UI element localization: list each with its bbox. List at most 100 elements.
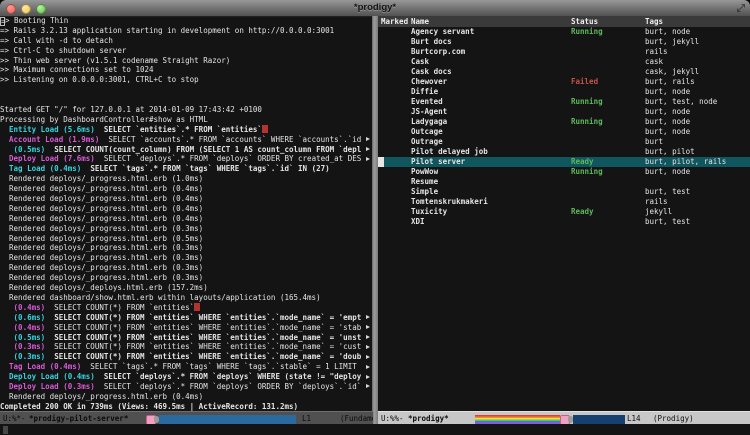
service-row[interactable]: Outrageburt [378, 137, 750, 147]
nyan-cat-icon [146, 415, 159, 424]
truncation-arrow-icon [366, 355, 370, 359]
log-line: Rendered deploys/_progress.html.erb (0.3… [0, 243, 372, 253]
log-line: (0.5ms) SELECT COUNT(*) FROM `entities` … [0, 333, 372, 343]
trailing-whitespace [194, 303, 200, 311]
service-row[interactable]: Burtcorp.comrails [378, 47, 750, 57]
service-tags: burt, test [645, 187, 690, 197]
truncation-arrow-icon [366, 384, 370, 388]
log-line: Entity Load (5.6ms) SELECT `entities`.* … [0, 125, 372, 135]
log-line: Deploy Load (0.3ms) SELECT `deploys`.* F… [0, 382, 372, 392]
truncation-arrow-icon [366, 345, 370, 349]
truncation-arrow-icon [366, 137, 370, 141]
prodigy-pane[interactable]: Marked Name Status Tags Agency servantRu… [378, 16, 750, 412]
log-line: (0.6ms) SELECT COUNT(*) FROM `entities` … [0, 313, 372, 323]
service-row[interactable]: JS-Agent burt, node [378, 107, 750, 117]
log-lines[interactable]: => Booting Thin=> Rails 3.2.13 applicati… [0, 16, 372, 412]
header-marked: Marked [381, 16, 408, 27]
service-name: Evented [411, 97, 443, 107]
service-status: Ready [571, 207, 594, 217]
service-row[interactable]: Simple burt, test [378, 187, 750, 197]
service-name: PowWow [411, 167, 438, 177]
log-line: Processing by DashboardController#show a… [0, 115, 372, 125]
service-name: Diffie [411, 87, 438, 97]
log-line: Rendered deploys/_progress.html.erb (0.4… [0, 204, 372, 214]
emacs-window: *prodigy* => Booting Thin=> Rails 3.2.13… [0, 0, 750, 435]
service-row[interactable]: Pilot serverReadyburt, pilot, rails [378, 157, 750, 167]
service-tags: burt [645, 137, 663, 147]
service-name: Simple [411, 187, 438, 197]
service-row[interactable]: Tomtenskrukmakerirails [378, 197, 750, 207]
log-line: => Call with -d to detach [0, 36, 372, 46]
service-row[interactable]: ChewoverFailedburt, rails [378, 77, 750, 87]
service-status: Failed [571, 77, 598, 87]
log-line: (0.4ms) SELECT COUNT(*) FROM `entities` [0, 303, 372, 313]
prodigy-header[interactable]: Marked Name Status Tags [378, 16, 750, 27]
service-name: Resume [411, 177, 438, 187]
log-line: Deploy Load (0.4ms) SELECT `deploys`.* F… [0, 372, 372, 382]
resize-grip-icon[interactable] [736, 3, 746, 13]
nyan-remainder [573, 415, 625, 424]
service-row[interactable]: Outcage burt, node [378, 127, 750, 137]
log-line: (0.3ms) SELECT COUNT(*) FROM `entities` … [0, 352, 372, 362]
header-name: Name [411, 16, 429, 27]
service-row[interactable]: Agency servantRunningburt, node [378, 27, 750, 37]
point-cursor [378, 157, 384, 167]
service-tags: burt, node [645, 107, 690, 117]
nyan-progress-bar [146, 415, 296, 424]
service-tags: burt, node [645, 127, 690, 137]
header-tags: Tags [645, 16, 663, 27]
minibuffer-cursor [3, 426, 8, 434]
service-tags: burt, jekyll [645, 37, 699, 47]
log-line: Tag Load (0.4ms) SELECT `tags`.* FROM `t… [0, 362, 372, 372]
service-name: Burtcorp.com [411, 47, 465, 57]
service-name: Agency servant [411, 27, 474, 37]
log-line: (0.5ms) SELECT COUNT(count_column) FROM … [0, 145, 372, 155]
log-line: Rendered deploys/_progress.html.erb (0.3… [0, 273, 372, 283]
service-tags: jekyll [645, 207, 672, 217]
service-name: Ladygaga [411, 117, 447, 127]
service-row[interactable]: PowWow Running burt, node [378, 167, 750, 177]
echo-area [0, 424, 750, 435]
service-status: Ready [571, 157, 594, 167]
service-row[interactable]: Burt docs burt, jekyll [378, 37, 750, 47]
service-row[interactable]: XDIburt, test [378, 217, 750, 227]
log-line: => Rails 3.2.13 application starting in … [0, 26, 372, 36]
service-row[interactable]: Pilot delayed jobburt, pilot [378, 147, 750, 157]
nyan-remainder [159, 415, 296, 424]
log-line: Rendered deploys/_progress.html.erb (0.3… [0, 263, 372, 273]
service-tags: burt, rails [645, 77, 695, 87]
truncation-arrow-icon [366, 157, 370, 161]
modeline-right[interactable]: U:%%- *prodigy* L14 (Prodigy) [378, 411, 750, 425]
service-row[interactable]: Diffieburt, node [378, 87, 750, 97]
service-row[interactable]: Cask docscask, jekyll [378, 67, 750, 77]
log-line: >> Listening on 0.0.0.0:3001, CTRL+C to … [0, 75, 372, 85]
modeline-left[interactable]: U:%*- *prodigy-pilot-server* L1 (Fundame… [0, 411, 373, 425]
service-name: Outcage [411, 127, 443, 137]
truncation-arrow-icon [366, 375, 370, 379]
trailing-whitespace [262, 125, 268, 133]
service-tags: burt, node [645, 117, 690, 127]
service-row[interactable]: Resume [378, 177, 750, 187]
service-tags: burt, pilot [645, 147, 695, 157]
service-tags: burt, node [645, 167, 690, 177]
log-line: >> Maximum connections set to 1024 [0, 65, 372, 75]
service-name: JS-Agent [411, 107, 447, 117]
service-tags: burt, pilot, rails [645, 157, 726, 167]
service-tags: rails [645, 197, 668, 207]
log-line: Account Load (1.9ms) SELECT `accounts`.*… [0, 135, 372, 145]
log-line: Rendered deploys/_progress.html.erb (0.5… [0, 234, 372, 244]
service-row[interactable]: LadygagaRunningburt, node [378, 117, 750, 127]
service-status: Running [571, 167, 603, 177]
log-line: Rendered deploys/_progress.html.erb (0.3… [0, 224, 372, 234]
log-line: >> Thin web server (v1.5.1 codename Stra… [0, 56, 372, 66]
service-status: Running [571, 97, 603, 107]
titlebar[interactable]: *prodigy* [0, 0, 750, 17]
nyan-cat-icon [560, 415, 573, 424]
service-row[interactable]: Caskcask [378, 57, 750, 67]
service-row[interactable]: TuxicityReadyjekyll [378, 207, 750, 217]
truncation-arrow-icon [366, 315, 370, 319]
log-line: Rendered deploys/_progress.html.erb (0.4… [0, 392, 372, 402]
truncation-arrow-icon [366, 335, 370, 339]
service-row[interactable]: EventedRunningburt, test, node [378, 97, 750, 107]
service-name: Burt docs [411, 37, 452, 47]
